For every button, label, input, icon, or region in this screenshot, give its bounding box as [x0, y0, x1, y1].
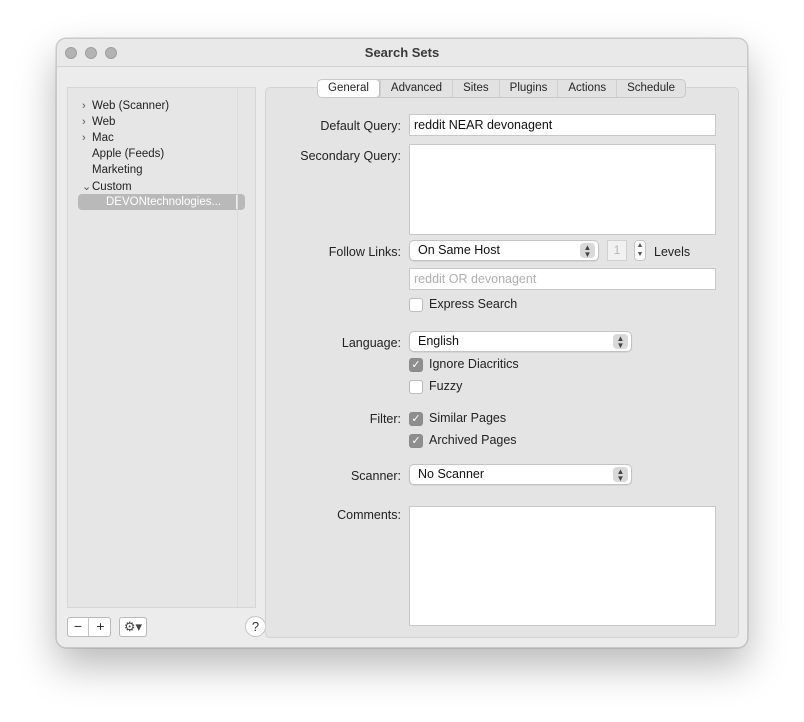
- similar-pages-label: Similar Pages: [429, 411, 507, 425]
- tab-actions[interactable]: Actions: [557, 80, 616, 97]
- express-search-label: Express Search: [429, 297, 518, 311]
- fuzzy-label: Fuzzy: [429, 379, 463, 393]
- follow-links-label: Follow Links:: [328, 245, 401, 259]
- tab-general[interactable]: General: [318, 80, 380, 97]
- tab-sites[interactable]: Sites: [452, 80, 499, 97]
- similar-pages-checkbox[interactable]: ✓: [409, 412, 423, 426]
- window-title: Search Sets: [364, 45, 440, 60]
- search-sets-window: Search Sets › Web (Scanner) › Web › Mac App…: [56, 38, 748, 648]
- chevron-right-icon[interactable]: ›: [82, 116, 92, 128]
- comments-label: Comments:: [337, 508, 401, 522]
- up-down-arrows-icon: ▲ ▼: [613, 467, 628, 483]
- comments-field[interactable]: [409, 506, 716, 626]
- up-down-arrows-icon: ▲ ▼: [580, 243, 595, 259]
- ignore-diacritics-label: Ignore Diacritics: [429, 357, 519, 371]
- secondary-query-field[interactable]: [409, 144, 716, 235]
- add-button[interactable]: +: [90, 618, 111, 636]
- levels-field[interactable]: 1: [607, 240, 627, 261]
- chevron-down-icon[interactable]: ⌄: [82, 180, 92, 193]
- default-query-field[interactable]: reddit NEAR devonagent: [409, 114, 716, 136]
- scanner-popup[interactable]: No Scanner ▲ ▼: [409, 464, 632, 485]
- tree-item-web[interactable]: › Web: [82, 116, 115, 132]
- language-label: Language:: [341, 336, 401, 350]
- chevron-right-icon[interactable]: ›: [82, 132, 92, 144]
- scanner-label: Scanner:: [350, 469, 401, 483]
- express-search-checkbox[interactable]: [409, 298, 423, 312]
- tree-item-mac[interactable]: › Mac: [82, 132, 114, 148]
- language-popup[interactable]: English ▲ ▼: [409, 331, 632, 352]
- secondary-query-label: Secondary Query:: [300, 149, 401, 163]
- levels-label: Levels: [654, 245, 691, 259]
- help-button[interactable]: ?: [245, 616, 266, 637]
- tree-item-marketing[interactable]: Marketing: [82, 164, 143, 180]
- archived-pages-checkbox[interactable]: ✓: [409, 434, 423, 448]
- tab-advanced[interactable]: Advanced: [379, 80, 452, 97]
- remove-button[interactable]: −: [68, 618, 89, 636]
- gear-icon[interactable]: ⚙▾: [119, 617, 147, 637]
- chevron-right-icon[interactable]: ›: [82, 100, 92, 112]
- tree-item-apple-feeds[interactable]: Apple (Feeds): [82, 148, 164, 164]
- filter-label: Filter:: [369, 412, 401, 426]
- fuzzy-checkbox[interactable]: [409, 380, 423, 394]
- ignore-diacritics-checkbox[interactable]: ✓: [409, 358, 423, 372]
- tab-bar: General Advanced Sites Plugins Actions S…: [317, 79, 687, 98]
- add-remove-group: − +: [67, 617, 111, 637]
- tree-item-web-scanner[interactable]: › Web (Scanner): [82, 100, 169, 116]
- title-bar: Search Sets: [57, 39, 747, 67]
- archived-pages-label: Archived Pages: [429, 433, 517, 447]
- default-query-label: Default Query:: [320, 119, 401, 133]
- follow-links-filter-field[interactable]: reddit OR devonagent: [409, 268, 716, 290]
- up-down-arrows-icon: ▲ ▼: [613, 334, 628, 350]
- tree-item-selected[interactable]: DEVONtechnologies...: [78, 194, 245, 210]
- follow-links-popup[interactable]: On Same Host ▲ ▼: [409, 240, 599, 261]
- levels-stepper[interactable]: ▲ ▼: [634, 240, 646, 261]
- tab-schedule[interactable]: Schedule: [616, 80, 685, 97]
- tab-plugins[interactable]: Plugins: [498, 80, 558, 97]
